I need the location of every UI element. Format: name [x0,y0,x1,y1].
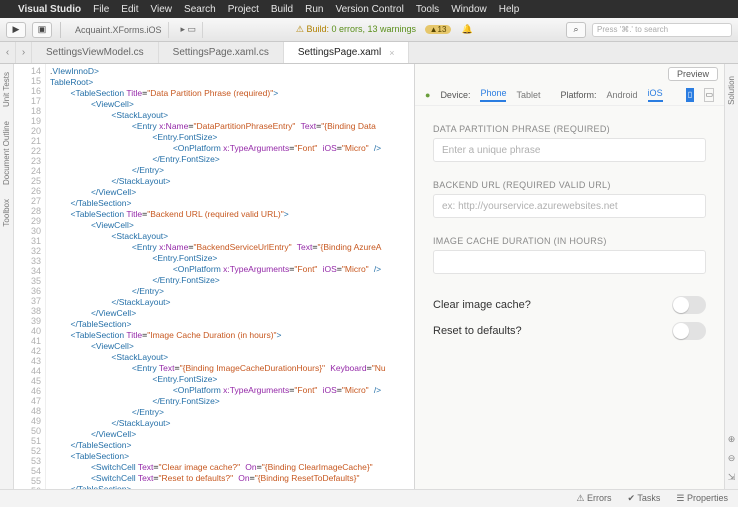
status-errors[interactable]: ⚠ Errors [576,493,611,504]
orientation-portrait-icon[interactable]: ▯ [686,88,695,102]
device-platform-row: ● Device: Phone Tablet Platform: Android… [415,84,724,106]
menu-help[interactable]: Help [499,4,520,15]
toolbar: ▶ ▣ Acquaint.XForms.iOS ▸ ▭ ⚠ Build: 0 e… [0,18,738,42]
tab-settingspage-cs[interactable]: SettingsPage.xaml.cs [159,42,284,63]
switch-reset-defaults[interactable] [672,322,706,340]
menu-edit[interactable]: Edit [121,4,138,15]
run-button[interactable]: ▶ [6,22,26,38]
menu-file[interactable]: File [93,4,109,15]
menu-run[interactable]: Run [305,4,323,15]
status-bar: ⚠ Errors ✔ Tasks ☰ Properties [0,489,738,507]
project-crumb[interactable]: Acquaint.XForms.iOS [69,22,169,38]
tab-settingsviewmodel[interactable]: SettingsViewModel.cs [32,42,159,63]
pad-toolbox[interactable]: Toolbox [2,199,11,227]
menu-project[interactable]: Project [228,4,259,15]
left-rail: Unit Tests Document Outline Toolbox [0,64,14,489]
warning-badge: ▲13 [425,25,452,34]
menu-version-control[interactable]: Version Control [335,4,403,15]
device-tablet[interactable]: Tablet [516,90,540,100]
menu-window[interactable]: Window [451,4,487,15]
platform-ios[interactable]: iOS [648,88,663,102]
input-backend-url[interactable]: ex: http://yourservice.azurewebsites.net [433,194,706,218]
platform-label: Platform: [561,90,597,100]
code-area[interactable]: .VIewInnoD> TableRoot> <TableSection Tit… [46,64,414,489]
close-icon[interactable]: × [389,48,394,58]
section-label-partition: DATA PARTITION PHRASE (REQUIRED) [433,124,706,134]
right-rail: Solution ⊕ ⊖ ⇲ [724,64,738,489]
pad-unit-tests[interactable]: Unit Tests [2,72,11,107]
switch-label-clear-cache: Clear image cache? [433,299,531,311]
menu-view[interactable]: View [151,4,173,15]
tab-settingspage-xaml[interactable]: SettingsPage.xaml × [284,42,410,63]
status-tasks[interactable]: ✔ Tasks [627,493,660,504]
build-status: ⚠ Build: 0 errors, 13 warnings ▲13 🔔 [209,24,560,35]
input-partition-phrase[interactable]: Enter a unique phrase [433,138,706,162]
tab-strip: ‹ › SettingsViewModel.cs SettingsPage.xa… [0,42,738,64]
collapse-icon[interactable]: ⇲ [728,472,736,483]
section-label-cache: IMAGE CACHE DURATION (IN HOURS) [433,236,706,246]
device-label: Device: [440,90,470,100]
notifications-icon[interactable]: 🔔 [462,24,473,34]
search-icon[interactable]: ⌕ [566,22,586,38]
orientation-landscape-icon[interactable]: ▭ [704,88,714,102]
zoom-out-icon[interactable]: ⊖ [728,453,736,464]
app-name: Visual Studio [18,4,81,15]
switch-label-reset: Reset to defaults? [433,325,522,337]
pad-solution[interactable]: Solution [727,76,736,105]
status-dot-icon: ● [425,90,430,100]
line-gutter: 1415161718192021222324252627282930313233… [14,64,46,489]
config-button[interactable]: ▣ [32,22,52,38]
preview-button[interactable]: Preview [668,67,718,81]
menu-build[interactable]: Build [271,4,293,15]
zoom-in-icon[interactable]: ⊕ [728,434,736,445]
nav-forward[interactable]: › [16,42,32,63]
switch-clear-cache[interactable] [672,296,706,314]
menu-tools[interactable]: Tools [416,4,439,15]
device-phone[interactable]: Phone [480,88,506,102]
input-cache-duration[interactable] [433,250,706,274]
code-editor[interactable]: 1415161718192021222324252627282930313233… [14,64,414,489]
menu-bar: Visual Studio File Edit View Search Proj… [0,0,738,18]
search-input[interactable]: Press '⌘.' to search [592,23,732,37]
section-label-backend: BACKEND URL (REQUIRED VALID URL) [433,180,706,190]
status-properties[interactable]: ☰ Properties [676,493,728,504]
nav-back[interactable]: ‹ [0,42,16,63]
pad-document-outline[interactable]: Document Outline [2,121,11,185]
platform-android[interactable]: Android [607,90,638,100]
preview-pane: Preview ● Device: Phone Tablet Platform:… [414,64,724,489]
device-crumb[interactable]: ▸ ▭ [175,22,204,38]
menu-search[interactable]: Search [184,4,216,15]
preview-form: DATA PARTITION PHRASE (REQUIRED) Enter a… [415,106,724,489]
